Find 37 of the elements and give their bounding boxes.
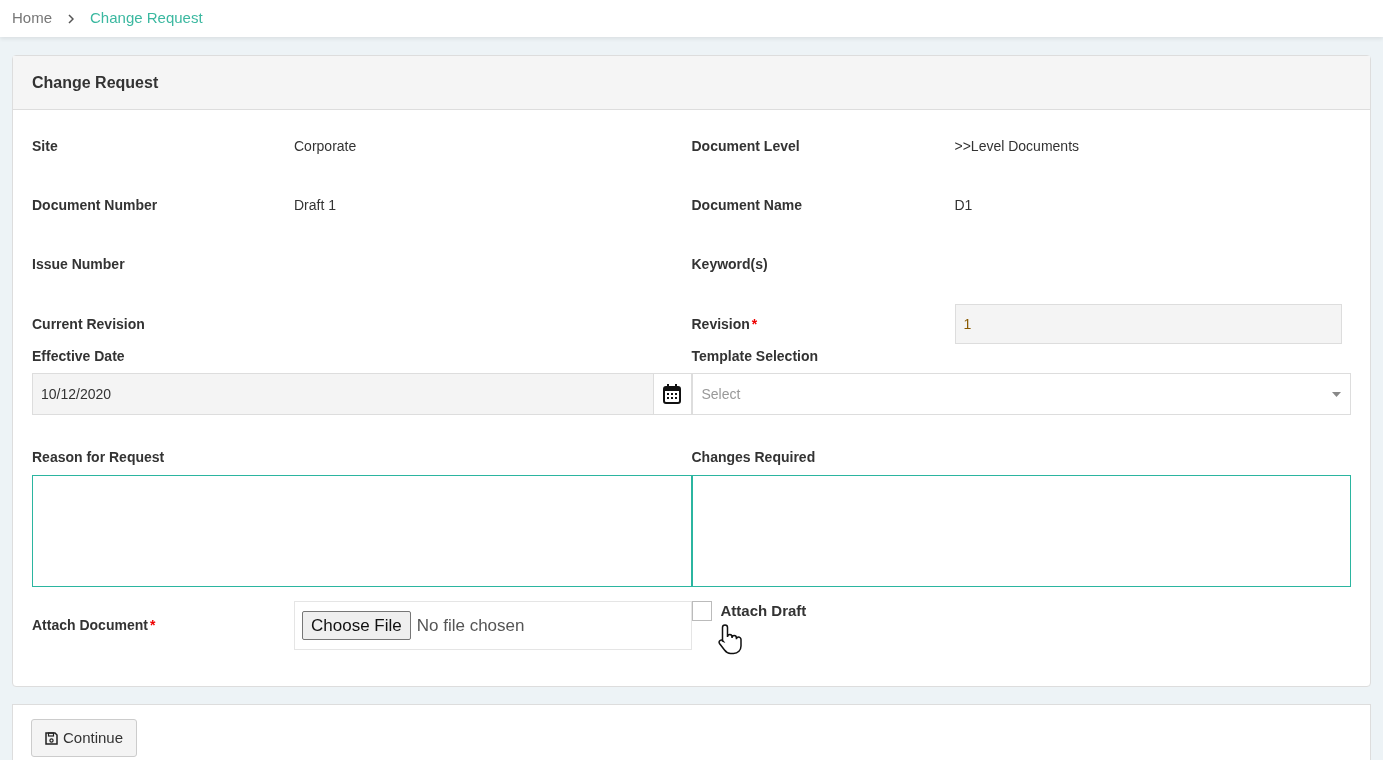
field-label: Revision* [691, 314, 759, 334]
breadcrumb-link[interactable]: Home [12, 7, 52, 30]
field-label: Reason for Request [32, 448, 166, 467]
required-mark: * [149, 617, 156, 633]
field-label: Current Revision [32, 314, 146, 334]
revision-field[interactable]: 1 [954, 304, 1342, 344]
field-label: Changes Required [691, 448, 817, 467]
field-value: D1 [954, 196, 974, 215]
field-label: Keyword(s) [691, 255, 769, 274]
field-label: Document Level [691, 137, 801, 156]
date-value: 10/12/2020 [40, 384, 113, 404]
card-title: Change Request [32, 72, 159, 93]
field-label: Document Number [32, 196, 159, 215]
attach-draft-checkbox[interactable] [691, 601, 712, 621]
required-mark: * [751, 315, 758, 332]
calendar-icon[interactable] [663, 384, 681, 404]
date-field[interactable]: 10/12/2020 [32, 373, 692, 415]
field-label: Effective Date [32, 347, 126, 366]
field-label: Site [32, 137, 59, 156]
field-value: Draft 1 [294, 196, 337, 215]
choose-file-button[interactable]: Choose File [302, 610, 411, 641]
field-label: Document Name [691, 196, 803, 215]
save-icon [45, 731, 58, 745]
field-label: Template Selection [691, 347, 820, 366]
continue-button[interactable]: Continue [31, 719, 138, 757]
checkbox-label: Attach Draft [720, 601, 807, 621]
changes-textarea[interactable] [691, 475, 1351, 587]
reason-textarea[interactable] [32, 475, 692, 587]
file-input[interactable]: Choose File No file chosen [294, 601, 692, 650]
caret-icon [1332, 391, 1341, 397]
field-value: Corporate [294, 137, 358, 156]
hand-pointer-icon [716, 623, 743, 655]
field-label: Issue Number [32, 255, 126, 274]
field-label: Attach Document* [32, 616, 157, 635]
field-value: >>Level Documents [954, 137, 1081, 156]
file-status: No file chosen [416, 614, 525, 637]
chevron-icon [68, 13, 74, 24]
